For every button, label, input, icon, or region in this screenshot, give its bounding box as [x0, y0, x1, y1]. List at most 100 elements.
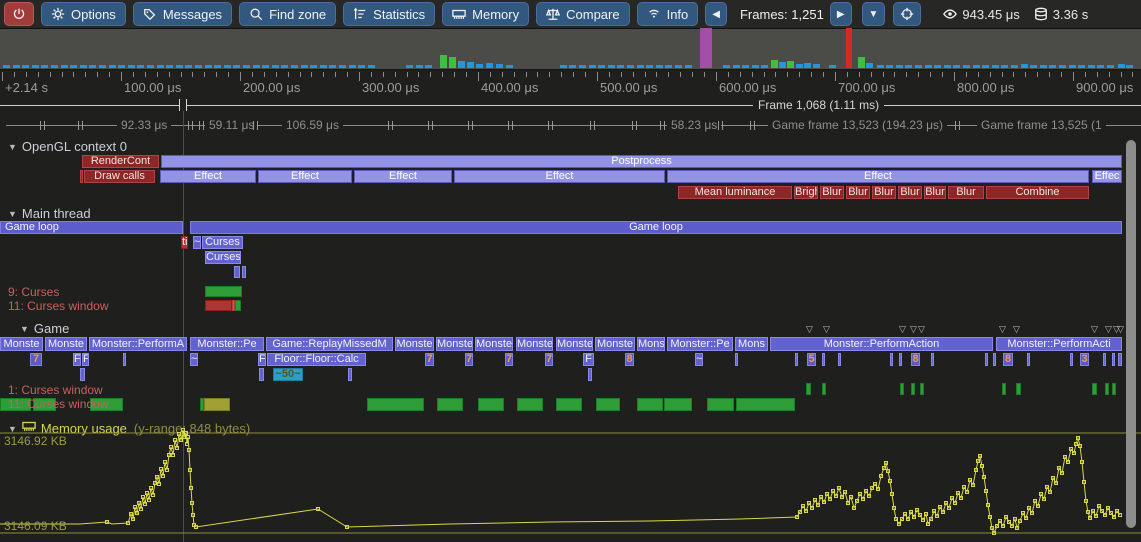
frame-bar[interactable]: [1040, 65, 1047, 68]
zone-bar[interactable]: Monste: [556, 337, 593, 351]
frame-bar[interactable]: [205, 65, 212, 68]
message-marker-icon[interactable]: ▽: [806, 325, 813, 333]
frame-bar[interactable]: [627, 65, 634, 68]
zone-bar[interactable]: [235, 300, 241, 311]
label-1-curses-window[interactable]: 1: Curses window: [8, 383, 103, 397]
frame-bar[interactable]: [61, 65, 68, 68]
zone-bar[interactable]: Brigh: [794, 186, 818, 199]
zone-bar[interactable]: [205, 286, 242, 297]
message-marker-icon[interactable]: ▽: [1105, 325, 1112, 333]
frame-bar[interactable]: [733, 65, 740, 68]
zone-bar[interactable]: Blur: [846, 186, 870, 199]
zone-bar[interactable]: [664, 398, 692, 411]
compare-button[interactable]: Compare: [536, 2, 629, 26]
frame-bar[interactable]: [368, 65, 375, 68]
zone-bar[interactable]: [1112, 353, 1115, 366]
frame-bar[interactable]: [779, 62, 786, 68]
frame-bar[interactable]: [1049, 65, 1056, 68]
frame-bar[interactable]: [886, 65, 893, 68]
options-button[interactable]: Options: [41, 2, 126, 26]
frame-bar[interactable]: [796, 64, 803, 68]
zone-bar[interactable]: 7: [425, 353, 434, 366]
frame-bar[interactable]: [813, 64, 820, 68]
frame-bar[interactable]: [128, 65, 135, 68]
frame-bar[interactable]: [32, 65, 39, 68]
zone-bar[interactable]: [80, 170, 83, 183]
frame-bar[interactable]: [742, 65, 749, 68]
zone-bar[interactable]: 7: [545, 353, 553, 366]
frame-bar[interactable]: [262, 65, 269, 68]
zone-bar[interactable]: F: [583, 353, 594, 366]
zone-bar[interactable]: Monster::PerformActi: [996, 337, 1122, 351]
frame-bar[interactable]: [166, 65, 173, 68]
frame-bar[interactable]: [617, 65, 624, 68]
frame-bar[interactable]: [1097, 65, 1104, 68]
zone-bar[interactable]: [795, 353, 798, 366]
zone-bar[interactable]: 8: [625, 353, 634, 366]
zone-bar[interactable]: F: [82, 353, 89, 366]
frame-bar[interactable]: [214, 65, 221, 68]
frame-bar[interactable]: [560, 65, 567, 68]
frame-bar[interactable]: [982, 65, 989, 68]
frame-bar[interactable]: [656, 65, 663, 68]
frame-bar[interactable]: [185, 65, 192, 68]
zone-bar[interactable]: [80, 368, 85, 381]
zone-bar[interactable]: [637, 398, 663, 411]
zone-bar[interactable]: [367, 398, 424, 411]
frame-bar[interactable]: [700, 28, 712, 68]
next-frame-button[interactable]: ▶: [830, 2, 852, 26]
zone-bar[interactable]: Monster::Pe: [667, 337, 733, 351]
go-to-frame-button[interactable]: ▼: [862, 2, 886, 26]
zone-bar[interactable]: [899, 353, 902, 366]
frame-bar[interactable]: [752, 65, 759, 68]
zone-bar[interactable]: Blur: [872, 186, 896, 199]
message-marker-icon[interactable]: ▽: [1117, 325, 1124, 333]
frame-bar[interactable]: [877, 65, 884, 68]
zone-bar[interactable]: ~50~: [273, 368, 303, 381]
frame-bar[interactable]: [804, 63, 811, 68]
frame-bar[interactable]: [89, 65, 96, 68]
message-marker-icon[interactable]: ▽: [899, 325, 906, 333]
vertical-scrollbar-thumb[interactable]: [1126, 140, 1136, 528]
frame-bar[interactable]: [13, 65, 20, 68]
zone-bar[interactable]: [259, 368, 264, 381]
frame-bar[interactable]: [51, 65, 58, 68]
zone-bar[interactable]: RenderCont: [82, 155, 159, 168]
zone-bar[interactable]: [1092, 383, 1097, 395]
label-11-curses-window-game[interactable]: 11: Curses window: [8, 397, 109, 411]
frame-bar[interactable]: [665, 65, 672, 68]
message-marker-icon[interactable]: ▽: [823, 325, 830, 333]
frame-bar[interactable]: [787, 61, 794, 68]
frame-bar[interactable]: [829, 65, 836, 68]
zone-bar[interactable]: Blur: [948, 186, 984, 199]
frame-bar[interactable]: [3, 65, 10, 68]
zone-bar[interactable]: 8: [1003, 353, 1013, 366]
frame-bar[interactable]: [973, 65, 980, 68]
frame-bar[interactable]: [896, 65, 903, 68]
frame-bar[interactable]: [1107, 65, 1114, 68]
zone-bar[interactable]: 7: [30, 353, 42, 366]
find-zone-button[interactable]: Find zone: [239, 2, 336, 26]
frame-bar[interactable]: [858, 57, 865, 68]
zone-bar[interactable]: Effect: [354, 170, 452, 183]
frame-bar[interactable]: [458, 61, 465, 68]
frame-bar[interactable]: [329, 65, 336, 68]
frame-bar[interactable]: [425, 65, 432, 68]
zone-bar[interactable]: [348, 368, 352, 381]
zone-bar[interactable]: [735, 353, 738, 366]
frame-bar[interactable]: [637, 65, 644, 68]
zone-bar[interactable]: Monste: [516, 337, 553, 351]
section-main-thread[interactable]: ▼Main thread: [8, 206, 91, 221]
frame-bar[interactable]: [440, 55, 447, 68]
message-marker-icon[interactable]: ▽: [918, 325, 925, 333]
frame-bar[interactable]: [339, 65, 346, 68]
frame-bar[interactable]: [320, 65, 327, 68]
zone-bar[interactable]: Draw calls: [84, 170, 155, 183]
statistics-button[interactable]: Statistics: [343, 2, 435, 26]
frame-bar[interactable]: [22, 65, 29, 68]
frame-bar[interactable]: [109, 65, 116, 68]
frame-bar[interactable]: [147, 65, 154, 68]
frame-bar[interactable]: [176, 65, 183, 68]
frame-bar[interactable]: [195, 65, 202, 68]
frame-bar[interactable]: [310, 65, 317, 68]
